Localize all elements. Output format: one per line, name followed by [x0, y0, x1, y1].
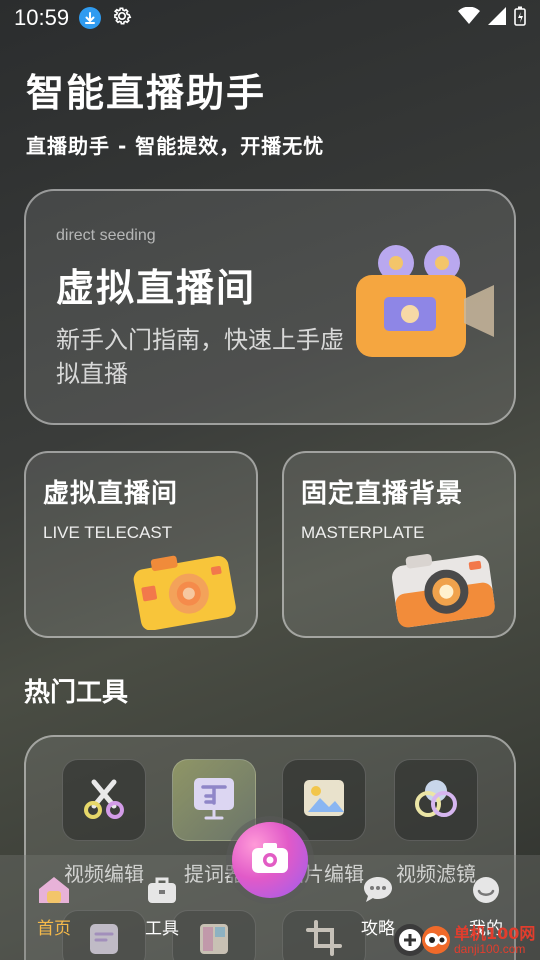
chat-icon	[361, 877, 395, 910]
yellow-camera-icon	[126, 544, 246, 631]
scissors-icon	[80, 774, 128, 826]
filter-icon	[412, 774, 460, 826]
card-fixed-live-background[interactable]: 固定直播背景 MASTERPLATE	[282, 451, 516, 638]
watermark-owl-icon	[394, 924, 450, 956]
wifi-icon	[458, 6, 480, 29]
battery-icon	[514, 6, 526, 30]
app-subtitle: 直播助手 - 智能提效，开播无忧	[26, 134, 325, 158]
card-virtual-live-room[interactable]: 虚拟直播间 LIVE TELECAST	[24, 451, 258, 638]
hero-small-label: direct seeding	[56, 227, 156, 244]
watermark-url: danji100.com	[454, 942, 526, 956]
settings-gear-icon	[111, 5, 133, 31]
hero-description: 新手入门指南，快速上手虚拟直播	[56, 326, 344, 388]
nav-tools-label: 工具	[145, 919, 179, 939]
orange-camera-icon	[384, 544, 504, 630]
section-title-hot-tools: 热门工具	[24, 678, 129, 708]
card-subtitle: LIVE TELECAST	[43, 523, 173, 542]
nav-home-label: 首页	[37, 919, 71, 939]
tool-video-filter[interactable]	[394, 759, 478, 841]
image-icon	[300, 774, 348, 826]
status-time: 10:59	[14, 5, 70, 30]
home-icon	[37, 877, 71, 910]
tool-video-edit[interactable]	[62, 759, 146, 841]
center-camera-button[interactable]	[232, 822, 308, 898]
toolbox-icon	[145, 877, 179, 910]
movie-camera-icon	[352, 239, 498, 359]
nav-home[interactable]: 首页	[19, 875, 89, 939]
card-subtitle: MASTERPLATE	[301, 523, 425, 542]
watermark-logo: 单机100网 danji100.com	[392, 918, 540, 960]
download-icon	[79, 7, 102, 29]
hero-title: 虚拟直播间	[56, 266, 257, 310]
card-title: 虚拟直播间	[43, 479, 179, 509]
app-title: 智能直播助手	[26, 71, 267, 115]
card-title: 固定直播背景	[301, 479, 464, 509]
nav-tools[interactable]: 工具	[127, 875, 197, 939]
signal-icon	[488, 7, 506, 29]
tool-teleprompter[interactable]	[172, 759, 256, 841]
profile-icon	[469, 877, 503, 910]
camera-icon	[250, 841, 290, 879]
hero-card-virtual-live-room[interactable]: direct seeding 虚拟直播间 新手入门指南，快速上手虚拟直播	[24, 189, 516, 425]
watermark-text: 单机100网	[454, 924, 536, 943]
status-bar: 10:59	[0, 0, 540, 36]
tool-image-edit[interactable]	[282, 759, 366, 841]
teleprompter-icon	[188, 772, 240, 828]
